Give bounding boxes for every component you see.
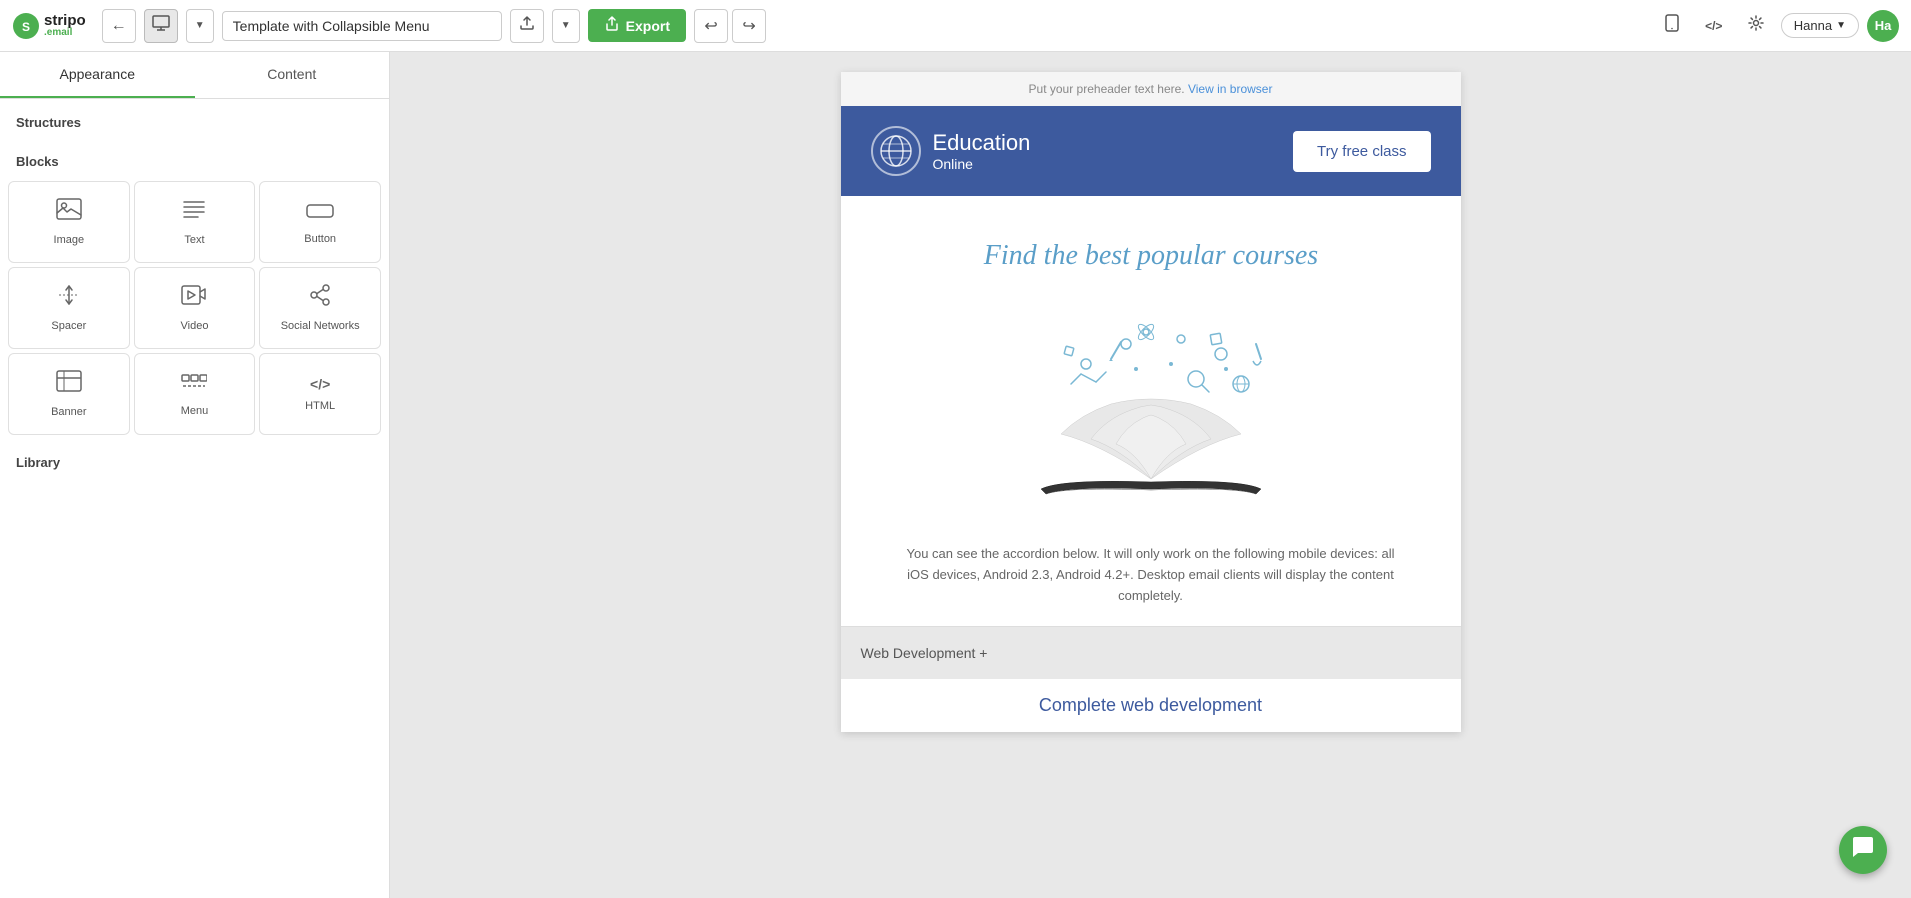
structures-section-title: Structures [0, 99, 389, 138]
block-text-label: Text [184, 234, 204, 246]
blocks-grid: Image Text Button Spacer [0, 177, 389, 439]
video-block-icon [181, 284, 207, 312]
complete-web-section: Complete web development [841, 679, 1461, 732]
desktop-view-button[interactable] [144, 9, 178, 43]
logo-email: .email [44, 28, 86, 38]
block-spacer[interactable]: Spacer [8, 267, 130, 349]
find-courses-heading: Find the best popular courses [841, 196, 1461, 294]
view-dropdown-button[interactable]: ▼ [186, 9, 214, 43]
upload-icon [519, 15, 535, 36]
block-text[interactable]: Text [134, 181, 256, 263]
block-button[interactable]: Button [259, 181, 381, 263]
main-layout: Appearance Content Structures Blocks Ima… [0, 52, 1911, 898]
back-button[interactable]: ← [102, 9, 136, 43]
block-image[interactable]: Image [8, 181, 130, 263]
topbar: S stripo .email ← ▼ ▼ Export ↩ [0, 0, 1911, 52]
book-svg [981, 304, 1321, 514]
chat-button[interactable] [1839, 826, 1887, 874]
block-menu[interactable]: Menu [134, 353, 256, 435]
logo: S stripo .email [12, 12, 86, 40]
redo-icon: ↪ [742, 16, 755, 36]
html-block-icon: </> [310, 376, 330, 392]
mobile-view-button[interactable] [1655, 9, 1689, 43]
desktop-icon [152, 15, 170, 36]
chat-icon [1851, 835, 1875, 865]
block-menu-label: Menu [181, 405, 209, 417]
undo-redo-group: ↩ ↪ [694, 9, 766, 43]
stripo-logo-icon: S [12, 12, 40, 40]
preheader-text: Put your preheader text here. [1029, 82, 1185, 96]
redo-button[interactable]: ↪ [732, 9, 766, 43]
block-social-networks[interactable]: Social Networks [259, 267, 381, 349]
block-spacer-label: Spacer [51, 320, 86, 332]
header-logo-sub: Online [933, 156, 1031, 172]
block-video-label: Video [181, 320, 209, 332]
header-logo-title: Education [933, 130, 1031, 156]
globe-icon [871, 126, 921, 176]
text-block-icon [182, 198, 206, 226]
block-image-label: Image [54, 234, 85, 246]
email-body: Find the best popular courses [841, 196, 1461, 732]
block-banner[interactable]: Banner [8, 353, 130, 435]
blocks-section-title: Blocks [0, 138, 389, 177]
book-image-area [841, 294, 1461, 534]
header-logo-text: Education Online [933, 130, 1031, 172]
block-html-label: HTML [305, 400, 335, 412]
library-section-title: Library [0, 439, 389, 478]
logo-name: stripo [44, 13, 86, 28]
mobile-icon [1665, 14, 1679, 37]
social-networks-block-icon [308, 284, 332, 312]
spacer-block-icon [57, 284, 81, 312]
gear-icon [1748, 15, 1764, 36]
button-block-icon [306, 199, 334, 225]
preheader-bar: Put your preheader text here. View in br… [841, 72, 1461, 106]
avatar[interactable]: Ha [1867, 10, 1899, 42]
block-social-label: Social Networks [281, 320, 360, 332]
image-block-icon [56, 198, 82, 226]
svg-text:S: S [22, 20, 30, 34]
svg-text:Find the best popular courses: Find the best popular courses [982, 240, 1318, 271]
template-dropdown-button[interactable]: ▼ [552, 9, 580, 43]
canvas-area: Put your preheader text here. View in br… [390, 52, 1911, 898]
try-free-class-button[interactable]: Try free class [1293, 131, 1430, 172]
back-icon: ← [111, 17, 127, 35]
view-in-browser-link[interactable]: View in browser [1188, 82, 1272, 96]
template-name-input[interactable] [222, 11, 502, 41]
export-label: Export [626, 18, 670, 34]
tab-appearance[interactable]: Appearance [0, 52, 195, 98]
email-preview: Put your preheader text here. View in br… [841, 72, 1461, 732]
settings-button[interactable] [1739, 9, 1773, 43]
banner-block-icon [56, 370, 82, 398]
menu-block-icon [181, 371, 207, 397]
export-icon [604, 16, 620, 35]
chevron-down-icon: ▼ [195, 20, 205, 31]
user-menu-button[interactable]: Hanna ▼ [1781, 13, 1859, 38]
accordion-description: You can see the accordion below. It will… [841, 534, 1461, 626]
find-courses-svg: Find the best popular courses [891, 226, 1411, 276]
block-button-label: Button [304, 233, 336, 245]
block-banner-label: Banner [51, 406, 86, 418]
block-html[interactable]: </> HTML [259, 353, 381, 435]
username-label: Hanna [1794, 18, 1832, 33]
undo-icon: ↩ [704, 16, 717, 36]
tab-content[interactable]: Content [195, 52, 390, 98]
panel-tabs: Appearance Content [0, 52, 389, 99]
chevron-down-icon-2: ▼ [561, 20, 571, 31]
code-icon: </> [1705, 19, 1722, 33]
email-header: Education Online Try free class [841, 106, 1461, 196]
user-chevron-icon: ▼ [1836, 20, 1846, 31]
left-panel: Appearance Content Structures Blocks Ima… [0, 52, 390, 898]
accordion-row-web-development[interactable]: Web Development + [841, 626, 1461, 679]
email-logo: Education Online [871, 126, 1031, 176]
undo-button[interactable]: ↩ [694, 9, 728, 43]
code-view-button[interactable]: </> [1697, 9, 1731, 43]
block-video[interactable]: Video [134, 267, 256, 349]
export-button[interactable]: Export [588, 9, 686, 42]
upload-button[interactable] [510, 9, 544, 43]
